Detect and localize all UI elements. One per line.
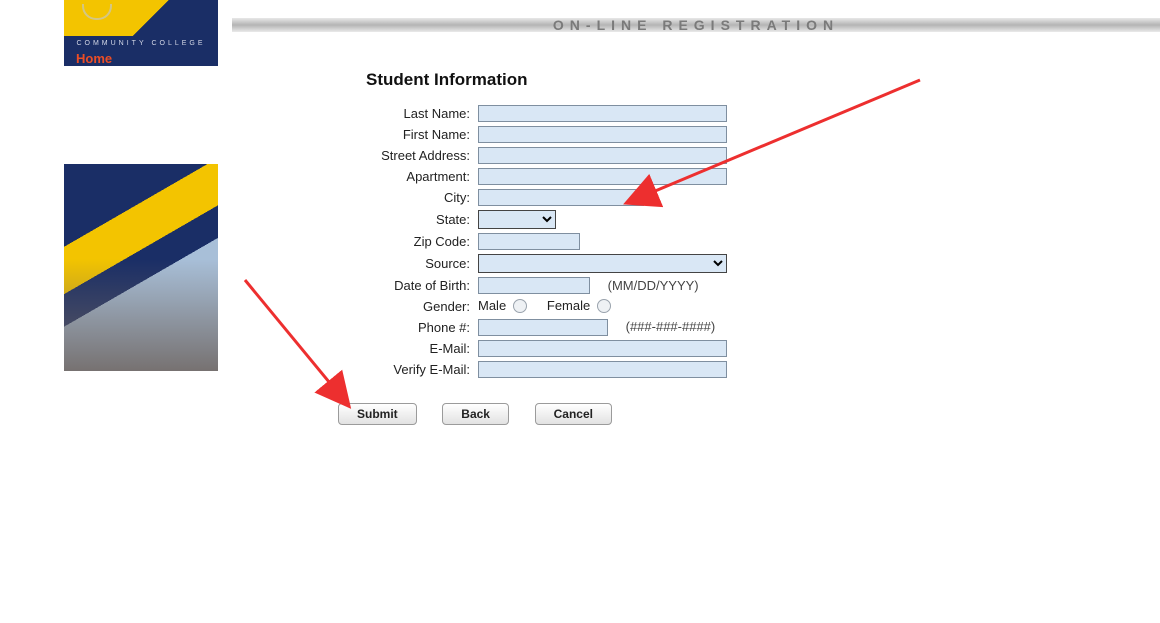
form-table: Last Name: First Name: Street Address: A… [316,102,732,381]
label-state: State: [318,209,473,230]
submit-button[interactable]: Submit [338,403,417,425]
gender-male-radio[interactable] [513,299,527,313]
form-title: Student Information [366,70,856,90]
label-source: Source: [318,253,473,274]
page-header-bar: ON-LINE REGISTRATION [232,18,1160,32]
label-street: Street Address: [318,146,473,165]
students-photo [64,164,218,371]
logo-graphic [64,0,218,36]
dob-hint: (MM/DD/YYYY) [608,278,699,293]
button-row: Submit Back Cancel [338,403,856,425]
home-link-label: Home [76,51,112,66]
label-zip: Zip Code: [318,232,473,251]
cancel-button[interactable]: Cancel [535,403,612,425]
dob-input[interactable] [478,277,590,294]
phone-input[interactable] [478,319,608,336]
page-header-title: ON-LINE REGISTRATION [553,17,839,33]
college-logo: COMMUNITY COLLEGE Home [64,0,218,66]
gender-female-label: Female [547,298,590,313]
label-phone: Phone #: [318,318,473,337]
label-gender: Gender: [318,297,473,316]
label-verify-email: Verify E-Mail: [318,360,473,379]
label-last-name: Last Name: [318,104,473,123]
city-input[interactable] [478,189,644,206]
label-first-name: First Name: [318,125,473,144]
gender-female-radio[interactable] [597,299,611,313]
apartment-input[interactable] [478,168,727,185]
phone-hint: (###-###-####) [626,319,716,334]
verify-email-input[interactable] [478,361,727,378]
street-input[interactable] [478,147,727,164]
student-info-form: Student Information Last Name: First Nam… [316,70,856,425]
last-name-input[interactable] [478,105,727,122]
source-select[interactable] [478,254,727,273]
home-link[interactable]: Home [64,51,218,66]
label-email: E-Mail: [318,339,473,358]
gender-male-label: Male [478,298,506,313]
first-name-input[interactable] [478,126,727,143]
label-apartment: Apartment: [318,167,473,186]
zip-input[interactable] [478,233,580,250]
label-city: City: [318,188,473,207]
state-select[interactable] [478,210,556,229]
label-dob: Date of Birth: [318,276,473,295]
logo-org-line: COMMUNITY COLLEGE [64,36,218,51]
email-input[interactable] [478,340,727,357]
back-button[interactable]: Back [442,403,509,425]
